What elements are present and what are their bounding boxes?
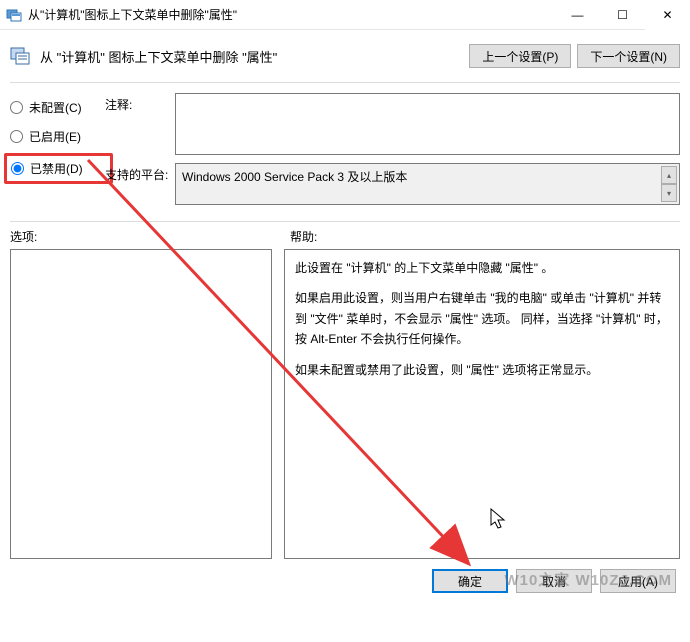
- help-paragraph: 此设置在 "计算机" 的上下文菜单中隐藏 "属性" 。: [295, 258, 669, 278]
- platform-box: Windows 2000 Service Pack 3 及以上版本 ▴ ▾: [175, 163, 680, 205]
- comment-input[interactable]: [175, 93, 680, 155]
- previous-setting-button[interactable]: 上一个设置(P): [469, 44, 571, 68]
- policy-title: 从 "计算机" 图标上下文菜单中删除 "属性": [40, 47, 463, 66]
- spinner-down[interactable]: ▾: [661, 184, 677, 202]
- maximize-button[interactable]: ☐: [600, 0, 645, 30]
- platform-spinner: ▴ ▾: [661, 166, 677, 202]
- platform-value: Windows 2000 Service Pack 3 及以上版本: [182, 170, 407, 184]
- config-area: 未配置(C) 已启用(E) 已禁用(D) 注释: 支持的平台: Windows …: [0, 93, 690, 213]
- radio-enabled[interactable]: 已启用(E): [10, 128, 105, 145]
- state-radio-group: 未配置(C) 已启用(E) 已禁用(D): [10, 99, 105, 184]
- title-bar: 从"计算机"图标上下文菜单中删除"属性" — ☐ ✕: [0, 0, 690, 30]
- radio-disabled-input[interactable]: [11, 162, 24, 175]
- close-icon: ✕: [662, 8, 672, 22]
- radio-enabled-label: 已启用(E): [29, 128, 81, 145]
- minimize-button[interactable]: —: [555, 0, 600, 30]
- radio-disabled-label: 已禁用(D): [30, 160, 83, 177]
- highlight-box: 已禁用(D): [4, 153, 113, 184]
- help-pane: 此设置在 "计算机" 的上下文菜单中隐藏 "属性" 。 如果启用此设置，则当用户…: [284, 249, 680, 559]
- radio-not-configured-input[interactable]: [10, 101, 23, 114]
- platform-label: 支持的平台:: [105, 163, 175, 183]
- watermark: W10之家 W10ZJ.COM: [504, 569, 672, 590]
- panes-labels: 选项: 帮助:: [0, 228, 690, 245]
- header-row: 从 "计算机" 图标上下文菜单中删除 "属性" 上一个设置(P) 下一个设置(N…: [0, 30, 690, 78]
- help-paragraph: 如果未配置或禁用了此设置，则 "属性" 选项将正常显示。: [295, 360, 669, 380]
- divider: [10, 82, 680, 83]
- options-label: 选项:: [10, 228, 280, 245]
- radio-not-configured-label: 未配置(C): [29, 99, 82, 116]
- help-paragraph: 如果启用此设置，则当用户右键单击 "我的电脑" 或单击 "计算机" 并转到 "文…: [295, 288, 669, 349]
- policy-icon: [10, 45, 32, 67]
- radio-not-configured[interactable]: 未配置(C): [10, 99, 105, 116]
- ok-button[interactable]: 确定: [432, 569, 508, 593]
- close-button[interactable]: ✕: [645, 0, 690, 30]
- radio-disabled[interactable]: 已禁用(D): [11, 160, 106, 177]
- state-column: 未配置(C) 已启用(E) 已禁用(D): [10, 93, 105, 213]
- help-label: 帮助:: [280, 228, 680, 245]
- minimize-icon: —: [572, 8, 584, 22]
- divider: [10, 221, 680, 222]
- maximize-icon: ☐: [617, 8, 628, 22]
- panes: 此设置在 "计算机" 的上下文菜单中隐藏 "属性" 。 如果启用此设置，则当用户…: [0, 249, 690, 559]
- options-pane: [10, 249, 272, 559]
- fields-column: 注释: 支持的平台: Windows 2000 Service Pack 3 及…: [105, 93, 680, 213]
- platform-row: 支持的平台: Windows 2000 Service Pack 3 及以上版本…: [105, 163, 680, 205]
- app-icon: [6, 7, 22, 23]
- spinner-up[interactable]: ▴: [661, 166, 677, 184]
- radio-enabled-input[interactable]: [10, 130, 23, 143]
- window-title: 从"计算机"图标上下文菜单中删除"属性": [28, 6, 555, 23]
- comment-label: 注释:: [105, 93, 175, 113]
- comment-row: 注释:: [105, 93, 680, 155]
- next-setting-button[interactable]: 下一个设置(N): [577, 44, 680, 68]
